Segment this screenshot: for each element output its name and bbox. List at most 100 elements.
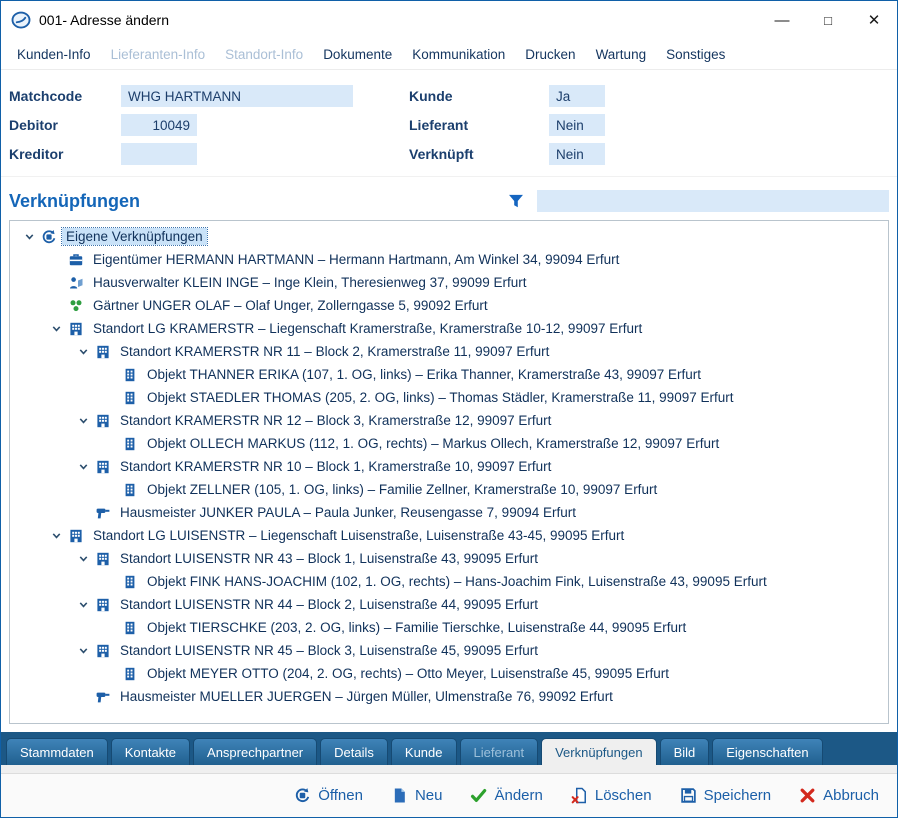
chevron-down-icon[interactable]	[74, 643, 93, 659]
ndern-button[interactable]: Ändern	[470, 787, 542, 804]
tab-bild[interactable]: Bild	[660, 738, 710, 765]
bottom-toolbar: Öffnen Neu Ändern Löschen Speichern Abbruch	[1, 773, 897, 817]
chevron-down-icon[interactable]	[74, 413, 93, 429]
toolbar-button-label: Abbruch	[823, 787, 879, 804]
building-icon	[66, 321, 85, 337]
matchcode-row: Matchcode	[9, 84, 409, 108]
tab-verkn-pfungen[interactable]: Verknüpfungen	[541, 738, 656, 765]
menu-item-wartung[interactable]: Wartung	[596, 47, 647, 62]
neu-button[interactable]: Neu	[391, 787, 443, 804]
tree-item-label: Objekt OLLECH MARKUS (112, 1. OG, rechts…	[143, 435, 723, 452]
tree-item[interactable]: Objekt STAEDLER THOMAS (205, 2. OG, link…	[10, 386, 888, 409]
tree-item-label: Hausverwalter KLEIN INGE – Inge Klein, T…	[89, 274, 530, 291]
abbruch-button[interactable]: Abbruch	[799, 787, 879, 804]
kreditor-input[interactable]	[121, 143, 197, 165]
tree-item[interactable]: Objekt THANNER ERIKA (107, 1. OG, links)…	[10, 363, 888, 386]
tree-item-label: Standort LG KRAMERSTR – Liegenschaft Kra…	[89, 320, 646, 337]
tree-item[interactable]: Eigentümer HERMANN HARTMANN – Hermann Ha…	[10, 248, 888, 271]
gardener-icon	[66, 298, 85, 314]
tree-item[interactable]: Standort LUISENSTR NR 45 – Block 3, Luis…	[10, 639, 888, 662]
menu-item-kunden-info[interactable]: Kunden-Info	[17, 47, 91, 62]
toolbar-button-label: Neu	[415, 787, 443, 804]
tab-kontakte[interactable]: Kontakte	[111, 738, 190, 765]
tree-item[interactable]: Standort KRAMERSTR NR 12 – Block 3, Kram…	[10, 409, 888, 432]
verknuepft-row: Verknüpft Nein	[409, 142, 605, 166]
speichern-button[interactable]: Speichern	[680, 787, 772, 804]
check-icon	[470, 787, 487, 804]
window-controls: — □ ✕	[759, 1, 897, 39]
l-schen-button[interactable]: Löschen	[571, 787, 652, 804]
verknuepft-value: Nein	[549, 143, 605, 165]
menu-item-sonstiges[interactable]: Sonstiges	[666, 47, 725, 62]
tab-stammdaten[interactable]: Stammdaten	[6, 738, 108, 765]
chevron-down-icon[interactable]	[74, 459, 93, 475]
menu-item-drucken[interactable]: Drucken	[525, 47, 575, 62]
chevron-spacer	[101, 574, 120, 590]
tree-item[interactable]: Objekt OLLECH MARKUS (112, 1. OG, rechts…	[10, 432, 888, 455]
tree-item[interactable]: Hausmeister JUNKER PAULA – Paula Junker,…	[10, 501, 888, 524]
tree-item[interactable]: Standort KRAMERSTR NR 11 – Block 2, Kram…	[10, 340, 888, 363]
chevron-spacer	[101, 620, 120, 636]
tree-item-label: Objekt MEYER OTTO (204, 2. OG, rechts) –…	[143, 665, 673, 682]
tree-item[interactable]: Standort LUISENSTR NR 43 – Block 1, Luis…	[10, 547, 888, 570]
chevron-spacer	[101, 367, 120, 383]
chevron-down-icon[interactable]	[74, 344, 93, 360]
object-icon	[120, 390, 139, 406]
tree-item[interactable]: Standort KRAMERSTR NR 10 – Block 1, Kram…	[10, 455, 888, 478]
filter-icon[interactable]	[507, 192, 525, 210]
chevron-down-icon[interactable]	[47, 321, 66, 337]
section-title: Verknüpfungen	[9, 191, 140, 212]
chevron-down-icon[interactable]	[47, 528, 66, 544]
tree-item[interactable]: Standort LG KRAMERSTR – Liegenschaft Kra…	[10, 317, 888, 340]
form-right-column: Kunde Ja Lieferant Nein Verknüpft Nein	[409, 84, 605, 166]
tree-item[interactable]: Objekt FINK HANS-JOACHIM (102, 1. OG, re…	[10, 570, 888, 593]
tab-strip	[1, 765, 897, 773]
app-logo-icon	[11, 10, 31, 30]
lieferant-value: Nein	[549, 114, 605, 136]
tree-item[interactable]: Standort LUISENSTR NR 44 – Block 2, Luis…	[10, 593, 888, 616]
window: 001- Adresse ändern — □ ✕ Kunden-InfoLie…	[0, 0, 898, 818]
close-button[interactable]: ✕	[851, 1, 897, 39]
tree-item[interactable]: Objekt TIERSCHKE (203, 2. OG, links) – F…	[10, 616, 888, 639]
chevron-spacer	[47, 298, 66, 314]
tree-item[interactable]: Hausverwalter KLEIN INGE – Inge Klein, T…	[10, 271, 888, 294]
owner-icon	[66, 252, 85, 268]
chevron-down-icon[interactable]	[20, 229, 39, 245]
tab-eigenschaften[interactable]: Eigenschaften	[712, 738, 822, 765]
tree-item[interactable]: Gärtner UNGER OLAF – Olaf Unger, Zollern…	[10, 294, 888, 317]
open-icon	[294, 787, 311, 804]
matchcode-input[interactable]	[121, 85, 353, 107]
building-icon	[93, 413, 112, 429]
filter-input[interactable]	[537, 190, 889, 212]
debitor-input[interactable]	[121, 114, 197, 136]
object-icon	[120, 436, 139, 452]
tree-item-label: Objekt TIERSCHKE (203, 2. OG, links) – F…	[143, 619, 690, 636]
building-icon	[93, 597, 112, 613]
new-document-icon	[391, 787, 408, 804]
tab-kunde[interactable]: Kunde	[391, 738, 457, 765]
tree-item[interactable]: Hausmeister MUELLER JUERGEN – Jürgen Mül…	[10, 685, 888, 708]
kreditor-label: Kreditor	[9, 146, 121, 162]
tab-ansprechpartner[interactable]: Ansprechpartner	[193, 738, 317, 765]
chevron-down-icon[interactable]	[74, 551, 93, 567]
chevron-down-icon[interactable]	[74, 597, 93, 613]
tree-item[interactable]: Standort LG LUISENSTR – Liegenschaft Lui…	[10, 524, 888, 547]
caretaker-icon	[93, 505, 112, 521]
tab-details[interactable]: Details	[320, 738, 388, 765]
tree-item-label: Standort LG LUISENSTR – Liegenschaft Lui…	[89, 527, 628, 544]
tree-item[interactable]: Objekt ZELLNER (105, 1. OG, links) – Fam…	[10, 478, 888, 501]
maximize-button[interactable]: □	[805, 1, 851, 39]
ffnen-button[interactable]: Öffnen	[294, 787, 363, 804]
toolbar-button-label: Löschen	[595, 787, 652, 804]
debitor-label: Debitor	[9, 117, 121, 133]
minimize-button[interactable]: —	[759, 1, 805, 39]
tree-item-label: Objekt STAEDLER THOMAS (205, 2. OG, link…	[143, 389, 737, 406]
tree-item-label: Standort LUISENSTR NR 45 – Block 3, Luis…	[116, 642, 542, 659]
tree-item[interactable]: Eigene Verknüpfungen	[10, 225, 888, 248]
tree-item-label: Objekt THANNER ERIKA (107, 1. OG, links)…	[143, 366, 705, 383]
titlebar[interactable]: 001- Adresse ändern — □ ✕	[1, 1, 897, 39]
menu-item-dokumente[interactable]: Dokumente	[323, 47, 392, 62]
tree-item[interactable]: Objekt MEYER OTTO (204, 2. OG, rechts) –…	[10, 662, 888, 685]
menu-item-kommunikation[interactable]: Kommunikation	[412, 47, 505, 62]
toolbar-button-label: Öffnen	[318, 787, 363, 804]
